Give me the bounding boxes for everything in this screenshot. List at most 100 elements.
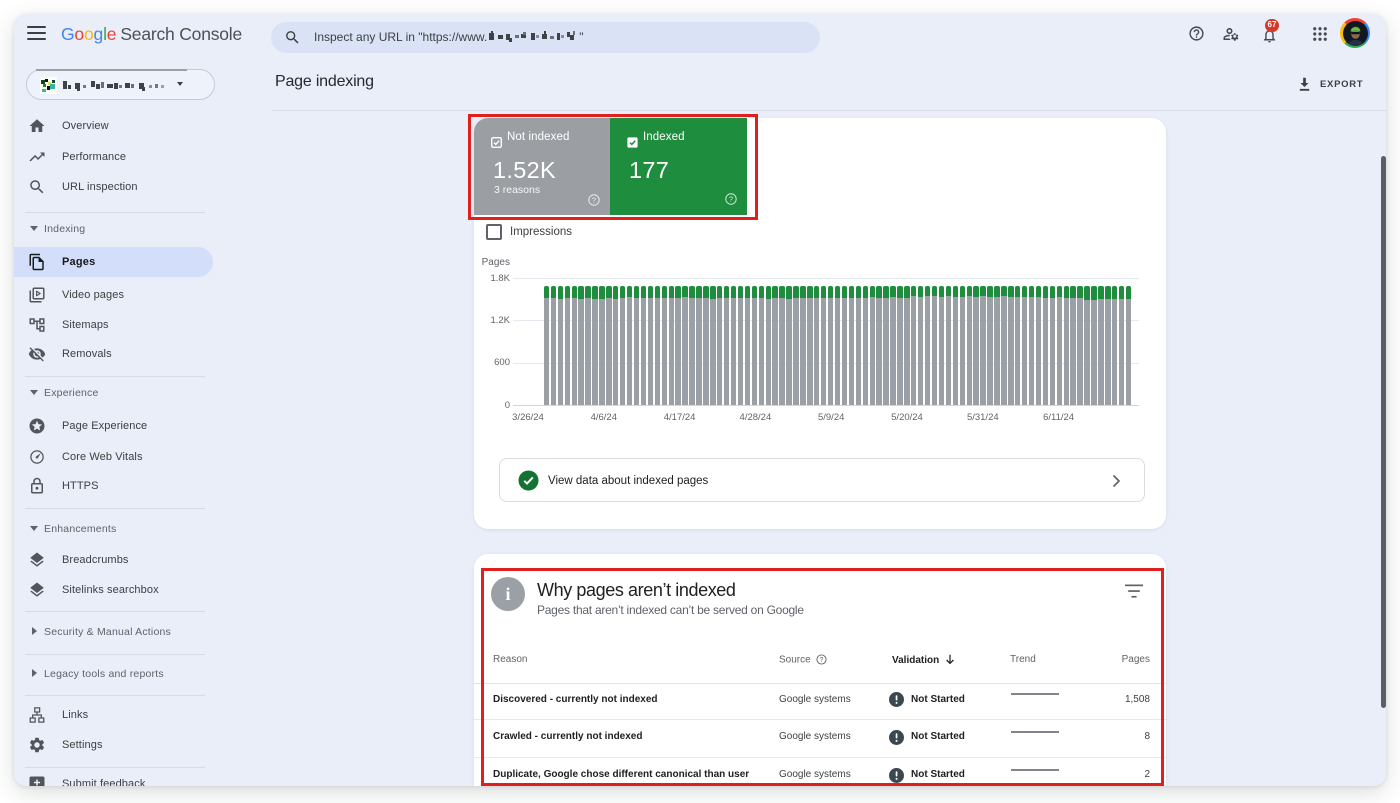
export-button[interactable]: EXPORT bbox=[1296, 75, 1366, 95]
chart-bar[interactable] bbox=[1056, 286, 1062, 405]
chart-bar[interactable] bbox=[800, 286, 806, 405]
chart-bar[interactable] bbox=[668, 285, 674, 405]
chart-bar[interactable] bbox=[1015, 286, 1021, 405]
chart-bar[interactable] bbox=[855, 286, 862, 405]
chart-bar[interactable] bbox=[675, 285, 681, 405]
chart-bar[interactable] bbox=[613, 286, 619, 405]
chart-bar[interactable] bbox=[931, 286, 938, 405]
row-reason[interactable]: Duplicate, Google chose different canoni… bbox=[493, 769, 749, 780]
chart-bar[interactable] bbox=[890, 286, 896, 405]
sidebar-item-https[interactable]: HTTPS bbox=[14, 471, 213, 501]
avatar[interactable] bbox=[1340, 18, 1370, 48]
chart-bar[interactable] bbox=[585, 285, 591, 405]
chart-bar[interactable] bbox=[564, 286, 570, 405]
chart-bar[interactable] bbox=[682, 286, 688, 405]
chart-bar[interactable] bbox=[834, 285, 841, 405]
chart-bar[interactable] bbox=[751, 285, 758, 405]
sidebar-item-performance[interactable]: Performance bbox=[14, 142, 213, 172]
chart-bar[interactable] bbox=[980, 285, 986, 405]
chart-bar[interactable] bbox=[557, 285, 564, 405]
sidebar-section-enhancements[interactable]: Enhancements bbox=[14, 519, 234, 539]
chart-bar[interactable] bbox=[827, 285, 834, 405]
chart-bar[interactable] bbox=[1112, 285, 1118, 405]
sidebar-item-url-inspection[interactable]: URL inspection bbox=[14, 172, 213, 202]
chart-bar[interactable] bbox=[592, 285, 598, 405]
sidebar-item-video-pages[interactable]: Video pages bbox=[14, 280, 213, 310]
url-inspect-searchbox[interactable]: Inspect any URL in "https://www. " bbox=[271, 22, 820, 53]
row-reason[interactable]: Crawled - currently not indexed bbox=[493, 731, 642, 742]
chart-bar[interactable] bbox=[744, 285, 751, 405]
sidebar-section-legacy-tools-and-reports[interactable]: Legacy tools and reports bbox=[14, 664, 234, 684]
chart-bar[interactable] bbox=[1028, 285, 1035, 405]
chart-bar[interactable] bbox=[703, 286, 709, 405]
chart-bar[interactable] bbox=[841, 286, 848, 405]
table-row[interactable]: Duplicate, Google chose different canoni… bbox=[474, 758, 1166, 787]
sidebar-item-page-experience[interactable]: Page Experience bbox=[14, 411, 213, 441]
chart-bar[interactable] bbox=[765, 286, 771, 405]
chart-bar[interactable] bbox=[1091, 286, 1097, 405]
chart-bar[interactable] bbox=[1070, 285, 1076, 405]
property-selector[interactable] bbox=[26, 69, 215, 100]
chart-bar[interactable] bbox=[1118, 286, 1125, 405]
chart-bar[interactable] bbox=[1077, 286, 1083, 405]
chart-bar[interactable] bbox=[626, 285, 633, 405]
chart-bar[interactable] bbox=[966, 286, 972, 405]
chart-bar[interactable] bbox=[578, 286, 584, 405]
impressions-checkbox[interactable] bbox=[486, 224, 502, 240]
chart-bar[interactable] bbox=[633, 285, 640, 405]
chart-bar[interactable] bbox=[786, 285, 792, 405]
chart-bar[interactable] bbox=[1105, 285, 1111, 405]
chart-bar[interactable] bbox=[897, 286, 903, 405]
chart-bar[interactable] bbox=[1084, 286, 1090, 405]
chart-bar[interactable] bbox=[1008, 286, 1014, 405]
chart-bar[interactable] bbox=[793, 285, 799, 405]
chart-bar[interactable] bbox=[779, 286, 785, 405]
chart-bar[interactable] bbox=[1125, 286, 1132, 405]
sidebar-item-submit-feedback[interactable]: Submit feedback bbox=[14, 769, 213, 786]
chart-bar[interactable] bbox=[717, 285, 723, 405]
sidebar-item-settings[interactable]: Settings bbox=[14, 730, 213, 760]
chart-bar[interactable] bbox=[848, 286, 855, 405]
chart-bar[interactable] bbox=[862, 285, 868, 405]
col-reason[interactable]: Reason bbox=[493, 654, 527, 665]
chart-bar[interactable] bbox=[904, 285, 910, 405]
chart-bar[interactable] bbox=[945, 285, 952, 405]
col-trend[interactable]: Trend bbox=[1010, 654, 1036, 665]
sidebar-item-links[interactable]: Links bbox=[14, 700, 213, 730]
chart-bar[interactable] bbox=[543, 286, 550, 405]
indexed-help-icon[interactable]: ? bbox=[725, 193, 737, 205]
chart-bar[interactable] bbox=[1042, 286, 1049, 405]
sidebar-section-experience[interactable]: Experience bbox=[14, 383, 234, 403]
chart-bar[interactable] bbox=[1049, 286, 1056, 405]
chart-bar[interactable] bbox=[599, 285, 605, 405]
sidebar-item-breadcrumbs[interactable]: Breadcrumbs bbox=[14, 545, 213, 575]
chart-bar[interactable] bbox=[640, 285, 647, 405]
chart-bar[interactable] bbox=[1098, 286, 1104, 405]
col-validation[interactable]: Validation bbox=[892, 654, 955, 666]
table-row[interactable]: Discovered - currently not indexed Google… bbox=[474, 682, 1166, 720]
chart-bar[interactable] bbox=[1021, 285, 1028, 405]
scrollbar-thumb[interactable] bbox=[1381, 156, 1386, 708]
chart-bar[interactable] bbox=[959, 286, 965, 405]
chart-bar[interactable] bbox=[918, 285, 924, 405]
chart-bar[interactable] bbox=[772, 286, 778, 405]
col-pages[interactable]: Pages bbox=[1122, 654, 1150, 665]
sidebar-item-sitelinks-searchbox[interactable]: Sitelinks searchbox bbox=[14, 575, 213, 605]
chart-bar[interactable] bbox=[661, 286, 667, 405]
chart-bar[interactable] bbox=[924, 286, 931, 405]
sidebar-item-sitemaps[interactable]: Sitemaps bbox=[14, 310, 213, 340]
not-indexed-toggle[interactable]: Not indexed 1.52K 3 reasons ? bbox=[474, 118, 610, 215]
table-row[interactable]: Crawled - currently not indexed Google sy… bbox=[474, 720, 1166, 758]
chart-bar[interactable] bbox=[883, 286, 889, 405]
chart-bar[interactable] bbox=[911, 285, 917, 405]
google-apps-grid-icon[interactable] bbox=[1311, 25, 1328, 42]
chart-bar[interactable] bbox=[876, 285, 882, 405]
chart-bar[interactable] bbox=[689, 286, 695, 405]
not-indexed-help-icon[interactable]: ? bbox=[588, 194, 600, 206]
chart-bar[interactable] bbox=[973, 286, 979, 405]
sidebar-item-overview[interactable]: Overview bbox=[14, 111, 213, 141]
chart-bar[interactable] bbox=[807, 286, 813, 405]
sidebar-section-indexing[interactable]: Indexing bbox=[14, 219, 234, 239]
chart-bar[interactable] bbox=[571, 286, 577, 405]
chart-bar[interactable] bbox=[696, 286, 702, 405]
